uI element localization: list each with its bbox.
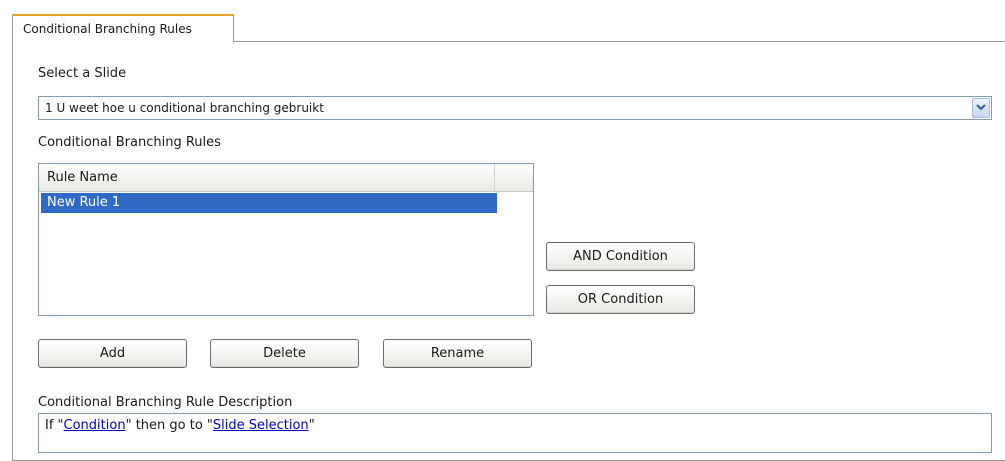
desc-if-text: If " bbox=[45, 418, 64, 433]
rules-list[interactable]: Rule Name New Rule 1 bbox=[38, 163, 534, 316]
delete-button[interactable]: Delete bbox=[210, 339, 359, 368]
rule-description-box: If "Condition" then go to "Slide Selecti… bbox=[38, 413, 992, 453]
condition-link[interactable]: Condition bbox=[64, 418, 126, 433]
slide-selection-link[interactable]: Slide Selection bbox=[213, 418, 309, 433]
desc-then-text: " then go to " bbox=[125, 418, 213, 433]
rules-list-header: Rule Name bbox=[39, 164, 533, 192]
slide-select-value: 1 U weet hoe u conditional branching geb… bbox=[45, 101, 324, 115]
tab-label: Conditional Branching Rules bbox=[23, 22, 192, 36]
select-slide-label: Select a Slide bbox=[38, 66, 127, 81]
rule-list-item[interactable]: New Rule 1 bbox=[41, 193, 497, 213]
tab-conditional-branching-rules[interactable]: Conditional Branching Rules bbox=[12, 14, 234, 42]
or-condition-button[interactable]: OR Condition bbox=[546, 285, 695, 314]
add-button[interactable]: Add bbox=[38, 339, 187, 368]
rule-description-label: Conditional Branching Rule Description bbox=[38, 395, 293, 410]
desc-end-text: " bbox=[308, 418, 315, 433]
rules-list-label: Conditional Branching Rules bbox=[38, 135, 221, 150]
and-condition-button[interactable]: AND Condition bbox=[546, 242, 695, 271]
slide-select[interactable]: 1 U weet hoe u conditional branching geb… bbox=[38, 96, 992, 120]
chevron-down-icon[interactable] bbox=[972, 98, 990, 118]
rule-name-column-header[interactable]: Rule Name bbox=[39, 164, 495, 191]
rename-button[interactable]: Rename bbox=[383, 339, 532, 368]
